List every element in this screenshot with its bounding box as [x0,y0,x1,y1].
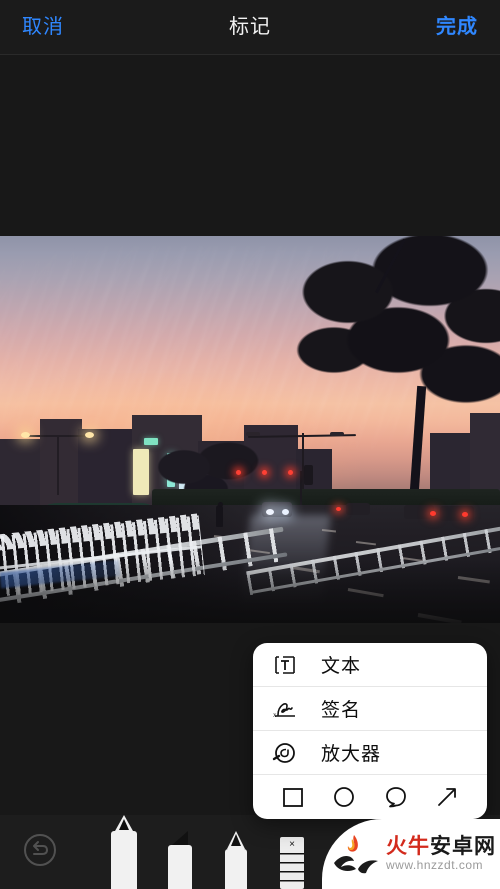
menu-item-signature[interactable]: x 签名 [253,687,487,731]
car-headlight [266,509,274,515]
top-navigation-bar: 取消 标记 完成 [0,0,500,55]
menu-item-label: 文本 [321,656,362,677]
square-shape-icon[interactable] [278,782,308,812]
photo-bottom-vignette [0,559,500,623]
text-box-icon [271,651,299,679]
pencil-tool[interactable] [220,831,252,889]
street-lamp-post [57,435,59,495]
menu-item-label: 放大器 [321,744,382,765]
tree-silhouette [290,236,500,462]
pedestrian-head [218,502,223,507]
building-silhouette [78,429,138,511]
circle-shape-icon[interactable] [329,782,359,812]
watermark-title-part1: 火牛 [386,835,430,858]
building-silhouette [40,419,82,511]
car-taillight [462,512,468,517]
page-title: 标记 [229,16,271,38]
marker-tool[interactable] [164,831,196,889]
watermark-text: 火牛安卓网 www.hnzzdt.com [386,836,496,873]
markup-editor-screen: 取消 标记 完成 文本 x 签名 放大器 × 火牛安卓网 www.hnzzdt.… [0,0,500,889]
marker-tip [172,831,188,845]
eraser-body: × [280,837,304,889]
car [346,503,370,515]
cancel-button[interactable]: 取消 [22,17,64,37]
car-taillight [336,507,341,511]
traffic-light-box [304,465,313,485]
eraser-tool[interactable]: × [276,837,308,889]
pencil-nib [231,834,241,846]
pen-nib [119,819,129,830]
markup-tools-popup: 文本 x 签名 放大器 [253,643,487,819]
menu-item-magnifier[interactable]: 放大器 [253,731,487,775]
traffic-light-red [262,470,267,475]
car-headlight [282,509,289,515]
speech-bubble-shape-icon[interactable] [381,782,411,812]
pencil-body [225,849,247,889]
pen-tool[interactable] [108,815,140,889]
magnifier-icon [271,739,299,767]
watermark-logo-icon [328,829,384,879]
undo-button[interactable] [22,832,58,868]
traffic-light-red [236,470,241,475]
marker-body [168,845,192,889]
eraser-stripes [280,853,304,889]
pedestrian [216,505,223,527]
arrow-shape-icon[interactable] [432,782,462,812]
traffic-light-red [288,470,293,475]
watermark: 火牛安卓网 www.hnzzdt.com [322,819,500,889]
shape-tools-row [253,775,487,819]
watermark-url: www.hnzzdt.com [386,858,484,872]
signature-icon: x [271,695,299,723]
done-button[interactable]: 完成 [436,17,478,37]
menu-item-label: 签名 [321,700,362,721]
eraser-x-glyph: × [289,839,295,850]
watermark-title: 火牛安卓网 [386,836,496,858]
street-lamp-light [21,432,30,438]
watermark-title-part2: 安卓网 [430,835,496,858]
pen-body [111,831,137,889]
street-lamp-light [85,432,94,438]
car-taillight [430,511,436,516]
photo-image[interactable] [0,236,500,623]
traffic-light-pole [300,471,302,505]
lit-sign [133,449,149,495]
street-lamp-head [246,432,260,436]
menu-item-text[interactable]: 文本 [253,643,487,687]
svg-text:x: x [273,711,277,719]
car [440,506,474,521]
